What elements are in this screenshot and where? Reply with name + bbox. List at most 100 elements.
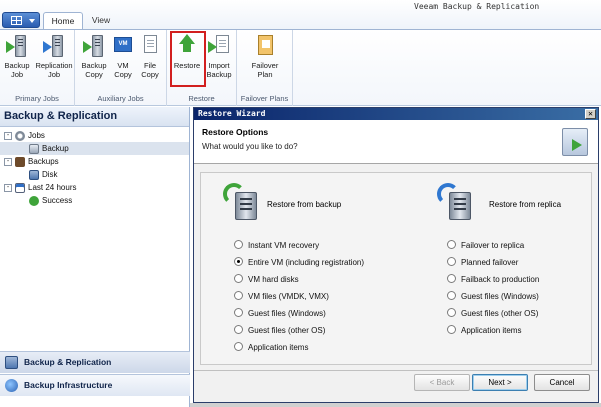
success-icon: [29, 195, 39, 206]
ribbon-group-label: Failover Plans: [240, 94, 289, 103]
step-subtitle: What would you like to do?: [202, 142, 298, 151]
tree-item-disk[interactable]: Disk: [29, 168, 58, 181]
tree-item-jobs[interactable]: - Jobs: [4, 129, 45, 142]
restore-wizard-icon: [562, 128, 588, 156]
tree-item-label: Backup: [42, 144, 69, 153]
option-label: Guest files (Windows): [248, 309, 326, 318]
globe-icon: [5, 379, 18, 392]
tab-view[interactable]: View: [86, 12, 116, 30]
next-button[interactable]: Next >: [472, 374, 528, 391]
backup-job-icon: [6, 33, 28, 59]
replica-server-icon: [437, 183, 475, 223]
wizard-footer-divider: [194, 370, 598, 371]
tree-item-success[interactable]: Success: [29, 194, 72, 207]
option-entire-vm[interactable]: Entire VM (including registration): [234, 257, 364, 269]
radio-button[interactable]: [234, 342, 243, 352]
vm-copy-button[interactable]: VM VM Copy: [108, 33, 138, 91]
radio-button[interactable]: [234, 240, 243, 250]
radio-button[interactable]: [234, 325, 243, 335]
backup-replication-icon: [5, 356, 18, 369]
tree-item-backups[interactable]: - Backups: [4, 155, 59, 168]
app-menu-icon: [11, 16, 22, 25]
restore-options-panel: Restore from backup Instant VM recovery …: [200, 172, 592, 365]
radio-button[interactable]: [234, 308, 243, 318]
option-replica-guest-files-windows[interactable]: Guest files (Windows): [447, 291, 539, 303]
option-label: Guest files (Windows): [461, 292, 539, 301]
radio-button[interactable]: [447, 325, 456, 335]
cancel-button[interactable]: Cancel: [534, 374, 590, 391]
radio-button[interactable]: [447, 291, 456, 301]
option-label: Application items: [248, 343, 309, 352]
wizard-header: Restore Options What would you like to d…: [194, 120, 598, 164]
tab-home[interactable]: Home: [43, 12, 83, 30]
option-label: VM files (VMDK, VMX): [248, 292, 329, 301]
app-title: Veeam Backup & Replication: [414, 2, 540, 11]
failover-plan-label-2: Plan: [257, 70, 273, 79]
file-copy-button[interactable]: File Copy: [135, 33, 165, 91]
radio-button[interactable]: [447, 274, 456, 284]
option-guest-files-other-os[interactable]: Guest files (other OS): [234, 325, 325, 337]
replication-job-label-2: Job: [47, 70, 61, 79]
radio-button[interactable]: [447, 257, 456, 267]
step-title: Restore Options: [202, 127, 269, 137]
option-label: Failover to replica: [461, 241, 525, 250]
option-application-items[interactable]: Application items: [234, 342, 308, 354]
status-strip: [190, 403, 601, 407]
failover-plan-button[interactable]: Failover Plan: [247, 33, 283, 91]
backup-job-label-2: Job: [10, 70, 24, 79]
backup-copy-button[interactable]: Backup Copy: [79, 33, 109, 91]
option-vm-hard-disks[interactable]: VM hard disks: [234, 274, 299, 286]
import-backup-button[interactable]: Import Backup: [204, 33, 234, 91]
collapse-icon[interactable]: -: [4, 131, 12, 140]
radio-button[interactable]: [234, 274, 243, 284]
option-label: Guest files (other OS): [248, 326, 326, 335]
option-replica-application-items[interactable]: Application items: [447, 325, 521, 337]
option-label: VM hard disks: [248, 275, 299, 284]
backup-job-button[interactable]: Backup Job: [2, 33, 32, 91]
gear-icon: [15, 130, 25, 141]
vm-copy-label-2: Copy: [114, 70, 132, 79]
restore-wizard-dialog: Restore Wizard ✕ Restore Options What wo…: [193, 107, 599, 403]
nav-label: Backup & Replication: [24, 357, 112, 367]
backup-job-label-1: Backup: [4, 61, 30, 70]
replication-job-button[interactable]: Replication Job: [35, 33, 73, 91]
nav-label: Backup Infrastructure: [24, 380, 113, 390]
collapse-icon[interactable]: -: [4, 157, 12, 166]
collapse-icon[interactable]: -: [4, 183, 12, 192]
radio-button[interactable]: [447, 308, 456, 318]
radio-button[interactable]: [234, 291, 243, 301]
calendar-icon: [15, 182, 25, 193]
option-failback-to-production[interactable]: Failback to production: [447, 274, 539, 286]
disk-icon: [29, 169, 39, 180]
column-title: Restore from backup: [267, 200, 342, 209]
nav-backup-replication[interactable]: Backup & Replication: [0, 351, 190, 373]
option-failover-to-replica[interactable]: Failover to replica: [447, 240, 524, 252]
navigation-pane-title: Backup & Replication: [0, 107, 189, 127]
tree-item-label: Backups: [28, 157, 59, 166]
app-menu-button[interactable]: [2, 12, 40, 28]
tree-item-label: Disk: [42, 170, 58, 179]
file-copy-label-2: Copy: [141, 70, 159, 79]
option-label: Failback to production: [461, 275, 540, 284]
restore-from-replica-header: Restore from replica: [437, 183, 587, 223]
file-copy-label-1: File: [143, 61, 157, 70]
radio-button[interactable]: [447, 240, 456, 250]
tree-item-backup[interactable]: Backup: [0, 142, 189, 155]
vm-copy-icon: VM: [112, 33, 134, 59]
tree-item-label: Jobs: [28, 131, 45, 140]
ribbon: Backup Job Replication Job Primary Jobs …: [0, 29, 601, 106]
close-icon[interactable]: ✕: [585, 109, 596, 119]
option-guest-files-windows[interactable]: Guest files (Windows): [234, 308, 326, 320]
back-button[interactable]: < Back: [414, 374, 470, 391]
nav-backup-infrastructure[interactable]: Backup Infrastructure: [0, 374, 190, 396]
import-backup-label-1: Import: [208, 61, 230, 70]
radio-button-selected[interactable]: [234, 257, 243, 267]
tree-item-last-24-hours[interactable]: - Last 24 hours: [4, 181, 76, 194]
option-label: Planned failover: [461, 258, 519, 267]
ribbon-group-failover-plans: Failover Plan Failover Plans: [237, 30, 293, 106]
option-planned-failover[interactable]: Planned failover: [447, 257, 518, 269]
option-label: Guest files (other OS): [461, 309, 539, 318]
option-instant-vm-recovery[interactable]: Instant VM recovery: [234, 240, 319, 252]
option-vm-files[interactable]: VM files (VMDK, VMX): [234, 291, 329, 303]
option-replica-guest-files-other-os[interactable]: Guest files (other OS): [447, 308, 538, 320]
